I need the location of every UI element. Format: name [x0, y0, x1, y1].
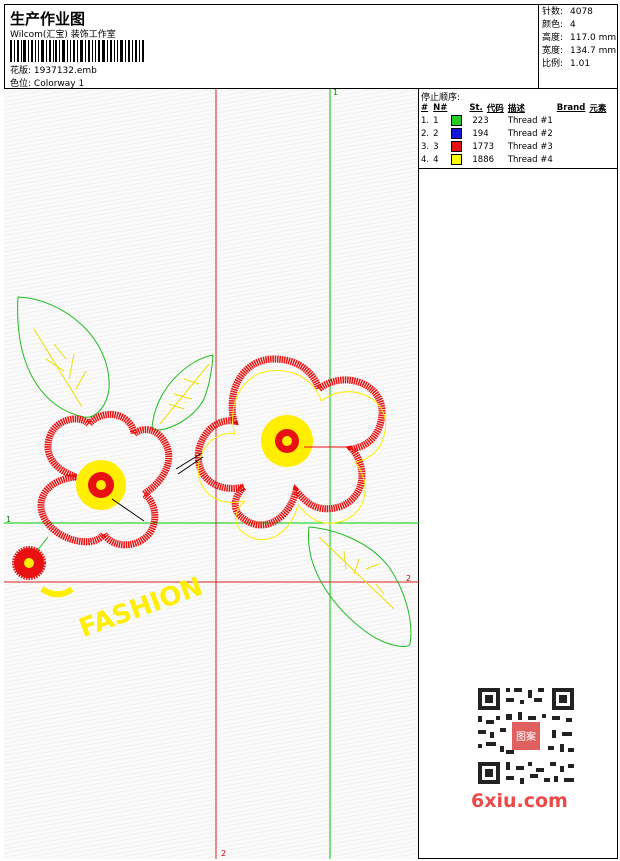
stat-colors: 颜色: 4	[542, 20, 576, 30]
colorway-row: 色位: Colorway 1	[10, 76, 84, 89]
guide-label-red-v: 2	[221, 849, 226, 858]
fashion-label: FASHION	[75, 572, 206, 644]
guide-label-green-h: 1	[6, 515, 11, 524]
design-label: 花版:	[10, 66, 32, 76]
guide-label-green-v: 1	[333, 89, 338, 97]
company-name: Wilcom(汇宝) 装饰工作室	[10, 30, 116, 40]
seal-text: 图案	[516, 730, 536, 743]
watermark-site: 6xiu.com	[471, 790, 568, 812]
color-swatch	[451, 128, 463, 139]
flower-small	[12, 536, 49, 580]
barcode	[10, 40, 144, 62]
col-element: 元素	[589, 103, 607, 114]
flower-medium	[37, 411, 204, 549]
col-desc: 描述	[507, 103, 525, 114]
table-row: 1. 1 223 Thread #1	[421, 115, 553, 126]
qr-code-graphic: 图案	[470, 680, 582, 792]
design-stats-panel: 针数: 4078 颜色: 4 高度: 117.0 mm 宽度: 134.7 mm 比例:…	[538, 4, 618, 89]
col-st: St.	[469, 102, 483, 113]
color-swatch	[451, 141, 463, 152]
leaf-bottom-right	[307, 526, 412, 647]
table-row: 4. 4 1886 Thread #4	[421, 154, 553, 165]
color-swatch	[451, 115, 463, 126]
col-code: 代码	[486, 103, 504, 114]
page-title: 生产作业图	[10, 10, 86, 28]
stat-height: 高度: 117.0 mm	[542, 33, 617, 43]
design-file-name: 1937132.emb	[33, 66, 97, 76]
design-preview: 1 1 2 2 FASHION	[4, 89, 419, 859]
qr-code: 图案	[470, 680, 582, 792]
guide-label-red-h: 2	[406, 574, 411, 583]
colorway-value: Colorway 1	[33, 79, 85, 89]
colorway-label: 色位:	[10, 79, 32, 89]
color-swatch	[451, 154, 463, 165]
stat-width: 宽度: 134.7 mm	[542, 46, 617, 56]
header-panel: 生产作业图 Wilcom(汇宝) 装饰工作室 花版: 1937132.emb 色…	[4, 4, 618, 89]
stat-stitches: 针数: 4078	[542, 7, 593, 17]
col-n: N#	[433, 102, 448, 113]
stop-sequence-panel: 停止顺序: # N# St. 代码 描述 Brand 元素 1. 1 223 T…	[419, 89, 618, 169]
leaf-middle	[151, 354, 214, 431]
stop-sequence-table: # N# St. 代码 描述 Brand 元素 1. 1 223 Thread …	[420, 101, 609, 166]
table-row: 3. 3 1773 Thread #3	[421, 141, 553, 152]
stop-sequence-header: # N# St. 代码 描述 Brand 元素	[420, 101, 609, 114]
table-row: 2. 2 194 Thread #2	[421, 128, 553, 139]
leaf-top-left	[17, 296, 110, 418]
flower-large	[194, 355, 387, 541]
col-num: #	[421, 102, 429, 113]
fashion-text: FASHION	[40, 572, 207, 644]
col-brand: Brand	[556, 102, 586, 113]
design-canvas: 1 1 2 2 FASHION	[4, 89, 419, 859]
design-file-row: 花版: 1937132.emb	[10, 63, 97, 76]
stat-scale: 比例: 1.01	[542, 59, 591, 69]
